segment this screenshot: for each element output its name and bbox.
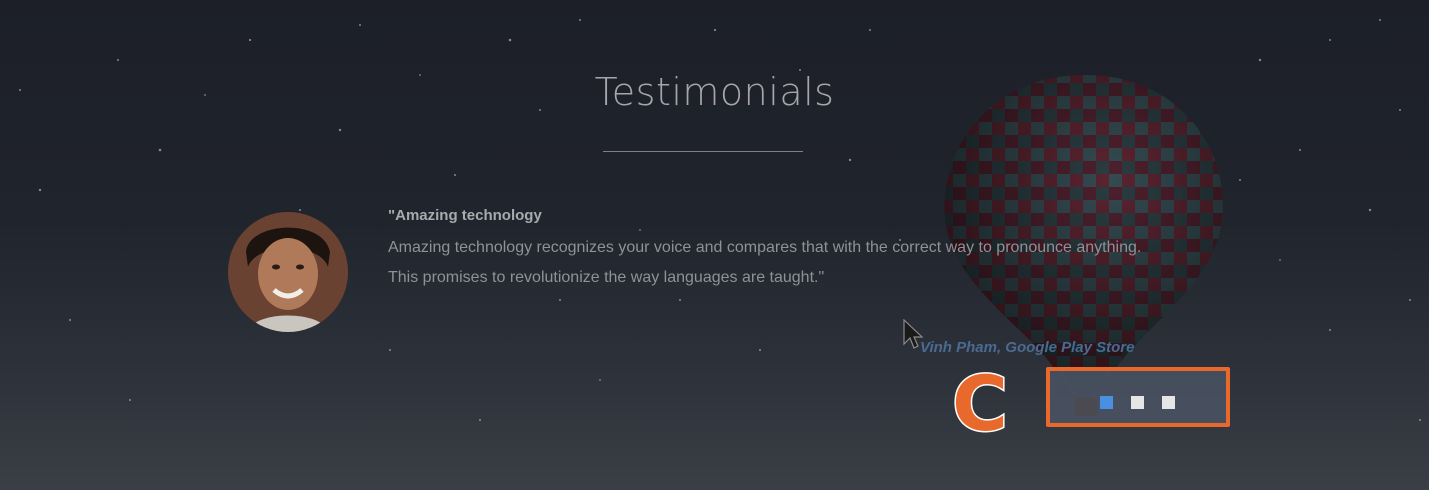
testimonial-quote-title: "Amazing technology [388,207,542,224]
mouse-pointer-icon [903,319,924,349]
carousel-dot-3[interactable] [1162,396,1175,409]
testimonial-quote-body: Amazing technology recognizes your voice… [388,239,1142,286]
section-title: Testimonials [594,70,835,114]
avatar [228,212,348,332]
annotation-marker-label: C [951,359,1010,448]
user-photo-icon [228,212,348,332]
carousel-dot-1[interactable] [1100,396,1113,409]
carousel-pagination-highlight [1046,367,1230,427]
testimonial-author: Vinh Pham, Google Play Store [920,339,1135,356]
title-underline-divider [603,151,803,152]
carousel-dot-2[interactable] [1131,396,1144,409]
